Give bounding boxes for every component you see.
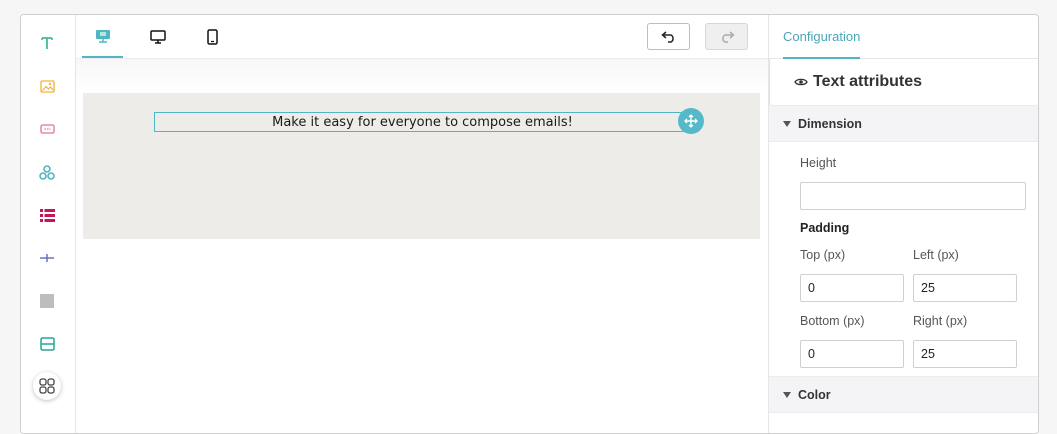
text-block-button[interactable] <box>33 29 61 57</box>
tab-mobile[interactable] <box>192 15 233 58</box>
social-block-button[interactable] <box>33 158 61 186</box>
panel-tabs: Configuration <box>769 15 1038 59</box>
social-block-icon <box>39 164 55 180</box>
divider-block-button[interactable] <box>33 244 61 272</box>
padding-bottom-label: Bottom (px) <box>800 314 865 328</box>
responsive-icon <box>95 29 110 43</box>
list-block-button[interactable] <box>33 201 61 229</box>
editor-topbar <box>76 15 768 59</box>
move-icon <box>684 114 698 128</box>
color-label: Color <box>798 387 831 402</box>
list-block-icon <box>39 208 55 222</box>
undo-icon <box>660 31 674 43</box>
dimension-section-toggle[interactable]: Dimension <box>769 105 1038 142</box>
button-block-icon <box>39 124 55 134</box>
image-block-button[interactable] <box>33 72 61 100</box>
padding-label: Padding <box>800 221 850 235</box>
padding-left-label: Left (px) <box>913 248 959 262</box>
configuration-panel: Configuration Text attributes Dimension … <box>768 15 1038 433</box>
spacer-block-button[interactable] <box>33 287 61 315</box>
grid-icon <box>39 378 55 394</box>
height-input[interactable] <box>800 182 1026 210</box>
text-block-content[interactable]: Make it easy for everyone to compose ema… <box>272 115 573 130</box>
redo-button[interactable] <box>705 23 748 50</box>
padding-top-label: Top (px) <box>800 248 846 262</box>
tab-configuration[interactable]: Configuration <box>783 15 861 59</box>
padding-right-input[interactable] <box>913 340 1017 368</box>
editor-area: Make it easy for everyone to compose ema… <box>76 15 768 433</box>
attributes-title: Text attributes <box>813 73 923 90</box>
section-block-icon <box>39 337 55 351</box>
padding-bottom-input[interactable] <box>800 340 904 368</box>
spacer-block-icon <box>40 294 54 308</box>
more-blocks-button[interactable] <box>33 372 61 400</box>
email-row[interactable]: Make it easy for everyone to compose ema… <box>83 93 760 239</box>
padding-right-label: Right (px) <box>913 314 968 328</box>
divider-block-icon <box>40 254 54 262</box>
selected-text-block[interactable]: Make it easy for everyone to compose ema… <box>154 112 691 132</box>
padding-left-input[interactable] <box>913 274 1017 302</box>
section-block-button[interactable] <box>33 330 61 358</box>
email-canvas: Make it easy for everyone to compose ema… <box>76 59 768 433</box>
canvas-top-shade <box>76 59 768 93</box>
tab-responsive[interactable] <box>82 15 123 58</box>
image-block-icon <box>39 79 55 93</box>
attributes-header: Text attributes <box>769 59 1038 105</box>
padding-top-input[interactable] <box>800 274 904 302</box>
mobile-icon <box>207 28 218 45</box>
dimension-label: Dimension <box>798 116 862 131</box>
height-label: Height <box>800 156 837 170</box>
redo-icon <box>721 31 735 43</box>
eye-icon <box>794 78 808 86</box>
text-block-icon <box>41 37 53 49</box>
undo-button[interactable] <box>647 23 690 50</box>
email-builder: Make it easy for everyone to compose ema… <box>20 14 1039 434</box>
blocks-toolbar <box>21 15 76 433</box>
caret-down-icon <box>783 391 791 398</box>
desktop-icon <box>149 29 166 44</box>
caret-down-icon <box>783 120 791 127</box>
tab-desktop[interactable] <box>137 15 178 58</box>
color-section-toggle[interactable]: Color <box>769 376 1038 413</box>
move-handle[interactable] <box>678 108 704 134</box>
button-block-button[interactable] <box>33 115 61 143</box>
